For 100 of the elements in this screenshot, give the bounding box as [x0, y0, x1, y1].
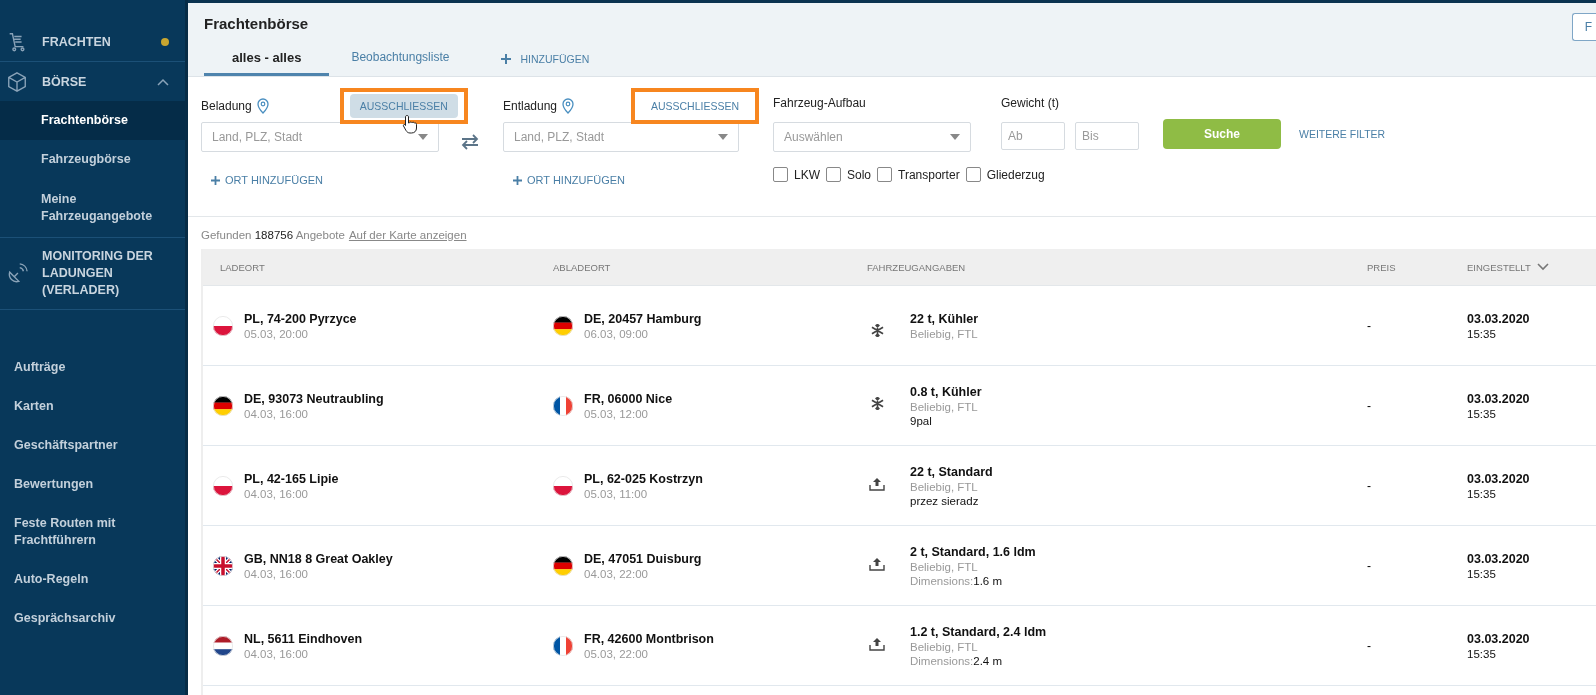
flag-icon	[213, 395, 233, 416]
vehicle-note: przez sieradz	[910, 494, 980, 507]
corner-button[interactable]: F	[1571, 13, 1596, 41]
checkbox[interactable]	[877, 167, 893, 182]
vehicle-details: Beliebig, FTL	[910, 327, 979, 340]
date-time: 04.03, 16:00	[244, 647, 309, 660]
flag-icon	[213, 635, 233, 656]
caret-icon	[718, 134, 728, 140]
sidebar-item[interactable]: Geschäftspartner	[0, 426, 185, 465]
results-count: Gefunden 188756 Angebote	[201, 229, 345, 241]
date-time: 06.03, 09:00	[584, 327, 649, 340]
tab[interactable]: Beobachtungsliste	[329, 41, 472, 76]
place-name: DE, 47051 Duisburg	[584, 551, 702, 566]
posted-date: 03.03.2020	[1467, 391, 1530, 406]
plus-icon	[513, 175, 522, 185]
page-title: Frachtenbörse	[204, 13, 309, 32]
location-pin-icon	[562, 98, 575, 114]
show-on-map-link[interactable]: Auf der Karte anzeigen	[348, 229, 467, 241]
column-header[interactable]: EINGESTELLT	[1467, 261, 1531, 273]
place-name: PL, 74-200 Pyrzyce	[244, 311, 357, 326]
place-name: NL, 5611 Eindhoven	[244, 631, 363, 646]
posted-date: 03.03.2020	[1467, 311, 1530, 326]
sidebar-item[interactable]: Aufträge	[0, 348, 185, 387]
tab[interactable]: alles - alles	[204, 41, 330, 76]
price: -	[1367, 478, 1371, 493]
table-row[interactable]: PL, 74-200 Pyrzyce 05.03, 20:00 DE, 20457 Hamburg 06.03, 09:00 22 t, Kühler Beliebig, FTL - 03.03.2020 15:35	[203, 286, 1596, 366]
place-name: DE, 93073 Neutraubling	[244, 391, 384, 406]
hand-cursor-icon	[401, 114, 418, 134]
upload-tray-icon	[869, 556, 885, 571]
field-label: Gewicht (t)	[1001, 95, 1060, 112]
weight-to-field[interactable]: Bis	[1075, 122, 1139, 150]
checkbox-label: Solo	[847, 167, 872, 182]
sidebar-item[interactable]: Auto-Regeln	[0, 560, 185, 599]
sidebar-item[interactable]: Fahrzeugbörse	[0, 140, 185, 179]
sidebar-item[interactable]: Feste Routen mit Frachtführern	[0, 504, 185, 560]
price: -	[1367, 558, 1371, 573]
table-row[interactable]: GB, NN18 8 Great Oakley 04.03, 16:00 DE, 47051 Duisburg 04.03, 22:00 2 t, Standard, 1.6 ldm Beliebig, FTL Dimensions:1.6 m - 03.03.2020 15:35	[203, 526, 1596, 606]
vehicle-note: Dimensions:1.6 m	[910, 574, 1004, 587]
snowflake-icon	[870, 396, 884, 410]
date-time: 04.03, 16:00	[244, 487, 309, 500]
more-filters-link[interactable]: WEITERE FILTER	[1299, 128, 1386, 140]
vehicle-details: Beliebig, FTL	[910, 640, 979, 653]
field-label: Fahrzeug-Aufbau	[773, 95, 867, 112]
price: -	[1367, 398, 1371, 413]
vehicle-summary: 0.8 t, Kühler	[910, 384, 982, 399]
date-time: 05.03, 12:00	[584, 407, 649, 420]
vehicle-details: Beliebig, FTL	[910, 560, 979, 573]
date-time: 05.03, 22:00	[584, 647, 649, 660]
vehicle-details: Beliebig, FTL	[910, 400, 979, 413]
flag-icon	[553, 475, 573, 496]
add-location-link[interactable]: ORT HINZUFÜGEN	[503, 174, 625, 186]
sidebar-section-header[interactable]: BÖRSE	[0, 62, 185, 101]
vehicle-summary: 22 t, Kühler	[910, 311, 979, 326]
checkbox[interactable]	[965, 167, 981, 182]
vehicle-details: Beliebig, FTL	[910, 480, 979, 493]
field-label: Entladung	[503, 99, 558, 113]
vehicle-note: Dimensions:2.4 m	[910, 654, 1004, 667]
flag-icon	[553, 555, 573, 576]
caret-icon	[950, 134, 960, 140]
posted-time: 15:35	[1467, 647, 1497, 660]
vehicle-summary: 2 t, Standard, 1.6 ldm	[910, 544, 1036, 559]
sidebar-item[interactable]: Karten	[0, 387, 185, 426]
swap-arrows-icon[interactable]	[461, 134, 479, 150]
chevron-down-icon[interactable]	[1536, 263, 1549, 271]
sidebar-item[interactable]: Meine Fahrzeugangebote	[0, 179, 185, 237]
sidebar-section-header[interactable]: FRACHTEN	[0, 22, 185, 61]
place-name: DE, 20457 Hamburg	[584, 311, 702, 326]
caret-icon	[418, 134, 428, 140]
table-row[interactable]: NL, 5611 Eindhoven 04.03, 16:00 FR, 42600 Montbrison 05.03, 22:00 1.2 t, Standard, 2.4 ldm Beliebig, FTL Dimensions:2.4 m - 03.03.2020 15:35	[203, 606, 1596, 686]
sidebar-item[interactable]: Bewertungen	[0, 465, 185, 504]
add-location-link[interactable]: ORT HINZUFÜGEN	[201, 174, 323, 186]
posted-date: 03.03.2020	[1467, 471, 1530, 486]
box-icon	[6, 70, 28, 93]
flag-icon	[213, 475, 233, 496]
column-header: PREIS	[1367, 261, 1396, 273]
place-name: FR, 42600 Montbrison	[584, 631, 714, 646]
checkbox[interactable]	[773, 167, 788, 182]
price: -	[1367, 638, 1371, 653]
weight-from-field[interactable]: Ab	[1001, 122, 1065, 150]
sidebar-section-header[interactable]: MONITORING DER LADUNGEN (VERLADER)	[0, 238, 185, 309]
plus-icon	[211, 175, 220, 185]
date-time: 05.03, 11:00	[584, 487, 649, 500]
add-tab-button[interactable]: HINZUFÜGEN	[471, 41, 620, 76]
checkbox[interactable]	[826, 167, 841, 182]
checkbox-label: Gliederzug	[986, 167, 1045, 182]
flag-icon	[213, 555, 233, 576]
checkbox-label: LKW	[794, 167, 820, 182]
flag-icon	[553, 315, 573, 336]
date-time: 05.03, 20:00	[244, 327, 309, 340]
sidebar-item[interactable]: Frachtenbörse	[0, 101, 185, 140]
sidebar-item[interactable]: Gesprächsarchiv	[0, 599, 185, 638]
price: -	[1367, 318, 1371, 333]
place-name: GB, NN18 8 Great Oakley	[244, 551, 393, 566]
field-label: Beladung	[201, 99, 252, 113]
table-row[interactable]: DE, 93073 Neutraubling 04.03, 16:00 FR, 06000 Nice 05.03, 12:00 0.8 t, Kühler Beliebig, FTL 9pal - 03.03.2020 15:35	[203, 366, 1596, 446]
posted-time: 15:35	[1467, 327, 1497, 340]
table-row[interactable]: PL, 42-165 Lipie 04.03, 16:00 PL, 62-025 Kostrzyn 05.03, 11:00 22 t, Standard Beliebig, FTL przez sieradz - 03.03.2020 15:35	[203, 446, 1596, 526]
location-pin-icon	[256, 98, 269, 114]
place-name: PL, 42-165 Lipie	[244, 471, 339, 486]
exclude-button[interactable]: AUSSCHLIESSEN	[640, 94, 749, 118]
